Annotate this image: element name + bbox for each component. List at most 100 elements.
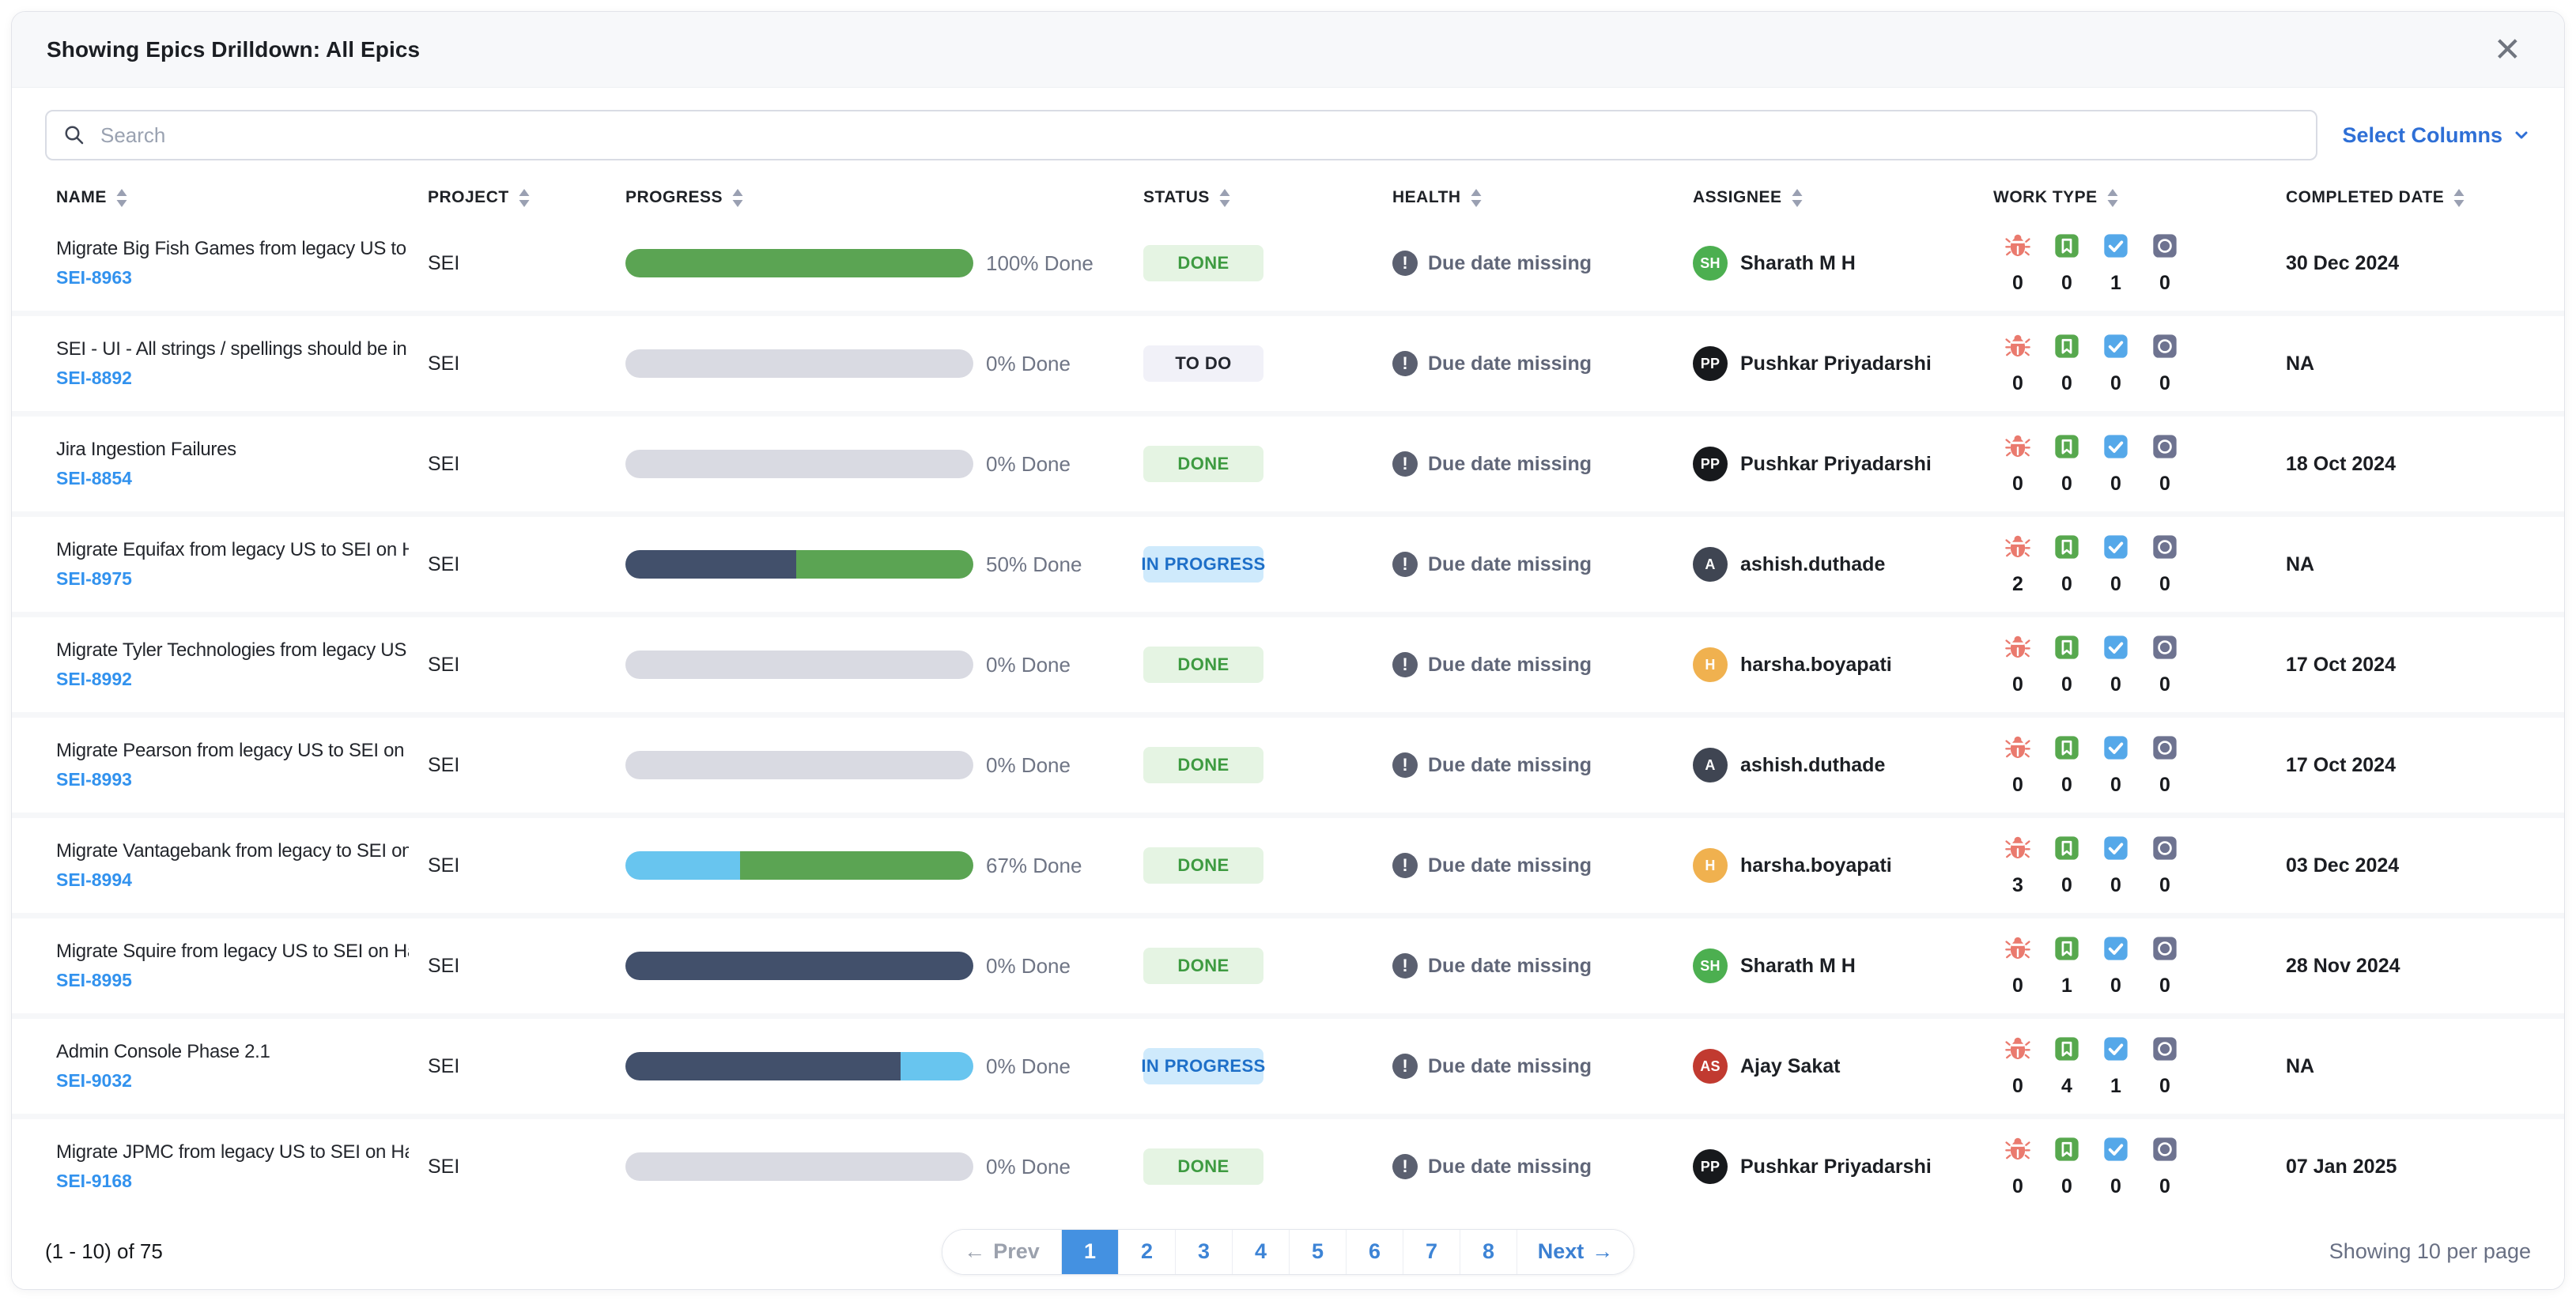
column-header-name[interactable]: Name (56, 188, 428, 207)
assignee-cell: SH Sharath M H (1693, 246, 1993, 281)
column-header-health[interactable]: Health (1392, 188, 1693, 207)
sort-icon[interactable] (2453, 188, 2465, 207)
column-header-status[interactable]: Status (1143, 188, 1392, 207)
assignee-name: ashish.duthade (1740, 552, 1886, 575)
project-cell: SEI (428, 1155, 460, 1178)
table-row[interactable]: Migrate Pearson from legacy US to SEI on… (12, 718, 2564, 813)
page-button-6[interactable]: 6 (1346, 1229, 1403, 1274)
search-input[interactable] (100, 111, 2300, 159)
sort-icon[interactable] (1219, 188, 1230, 207)
bug-icon (1993, 734, 2042, 761)
epic-name: Migrate Vantagebank from legacy to SEI o… (56, 840, 409, 862)
toolbar: Select Columns (12, 88, 2564, 160)
select-columns-button[interactable]: Select Columns (2342, 123, 2531, 148)
table-row[interactable]: Admin Console Phase 2.1 SEI-9032 SEI 0% … (12, 1019, 2564, 1114)
status-badge: IN PROGRESS (1141, 546, 1265, 583)
epic-id-link[interactable]: SEI-8975 (56, 568, 132, 590)
table-row[interactable]: Migrate Vantagebank from legacy to SEI o… (12, 818, 2564, 913)
work-type-count: 0 (2012, 472, 2023, 495)
epic-id-link[interactable]: SEI-8995 (56, 970, 132, 991)
sort-icon[interactable] (116, 188, 127, 207)
page-button-5[interactable]: 5 (1289, 1229, 1346, 1274)
task-icon (2091, 333, 2140, 360)
column-header-assignee[interactable]: Assignee (1693, 188, 1993, 207)
progress-label: 0% Done (986, 953, 1071, 978)
sort-icon[interactable] (519, 188, 530, 207)
status-cell: IN PROGRESS (1141, 1048, 1392, 1084)
completed-date-cell: 07 Jan 2025 (2286, 1155, 2397, 1178)
progress-cell: 100% Done (625, 249, 1143, 277)
table-row[interactable]: Migrate Equifax from legacy US to SEI on… (12, 517, 2564, 612)
table-body: Migrate Big Fish Games from legacy US to… (12, 216, 2564, 1214)
progress-label: 0% Done (986, 752, 1071, 777)
project-cell: SEI (428, 452, 460, 475)
epic-id-link[interactable]: SEI-8992 (56, 669, 132, 690)
progress-cell: 0% Done (625, 952, 1143, 980)
status-cell: DONE (1143, 1148, 1392, 1185)
avatar: H (1693, 647, 1728, 682)
assignee-name: Pushkar Priyadarshi (1740, 352, 1932, 375)
close-icon[interactable]: ✕ (2486, 30, 2529, 70)
work-type-count: 0 (2159, 271, 2170, 294)
completed-date-cell: NA (2286, 1054, 2315, 1077)
assignee-cell: A ashish.duthade (1693, 748, 1993, 782)
page-button-1[interactable]: 1 (1061, 1229, 1118, 1274)
epic-id-link[interactable]: SEI-8854 (56, 468, 132, 489)
work-type-cell: 0 0 0 0 (1993, 333, 2286, 395)
progress-bar (625, 249, 973, 277)
assignee-cell: PP Pushkar Priyadarshi (1693, 346, 1993, 381)
health-cell: ! Due date missing (1392, 552, 1693, 577)
story-icon (2042, 935, 2091, 962)
epic-id-link[interactable]: SEI-8963 (56, 267, 132, 288)
name-cell: Migrate Tyler Technologies from legacy U… (56, 639, 428, 690)
status-badge: DONE (1143, 647, 1263, 683)
column-header-project[interactable]: Project (428, 188, 625, 207)
work-type-count: 0 (2159, 472, 2170, 495)
column-header-completed-date[interactable]: Completed Date (2286, 188, 2533, 207)
work-type-count: 0 (2159, 1175, 2170, 1197)
story-icon (2042, 232, 2091, 259)
sort-icon[interactable] (732, 188, 743, 207)
column-header-progress[interactable]: Progress (625, 188, 1143, 207)
column-header-work-type[interactable]: Work Type (1993, 188, 2286, 207)
health-cell: ! Due date missing (1392, 351, 1693, 376)
prev-button[interactable]: ← Prev (942, 1229, 1061, 1274)
assignee-cell: H harsha.boyapati (1693, 647, 1993, 682)
epic-id-link[interactable]: SEI-8993 (56, 769, 132, 790)
project-cell: SEI (428, 352, 460, 375)
exclamation-icon: ! (1392, 1054, 1418, 1079)
epic-id-link[interactable]: SEI-9168 (56, 1171, 132, 1192)
work-type-count: 0 (2159, 371, 2170, 394)
work-type-count: 0 (2110, 873, 2121, 896)
table-row[interactable]: Migrate Big Fish Games from legacy US to… (12, 216, 2564, 311)
table-row[interactable]: Migrate JPMC from legacy US to SEI on Ha… (12, 1119, 2564, 1214)
next-button[interactable]: Next → (1517, 1229, 1634, 1274)
story-icon (2042, 734, 2091, 761)
table-row[interactable]: SEI - UI - All strings / spellings shoul… (12, 316, 2564, 411)
page-button-7[interactable]: 7 (1403, 1229, 1460, 1274)
bug-icon (1993, 1136, 2042, 1163)
table-row[interactable]: Migrate Tyler Technologies from legacy U… (12, 617, 2564, 712)
progress-bar (625, 751, 973, 779)
epic-id-link[interactable]: SEI-9032 (56, 1070, 132, 1092)
prev-label: Prev (993, 1239, 1040, 1263)
health-cell: ! Due date missing (1392, 652, 1693, 677)
page-button-3[interactable]: 3 (1175, 1229, 1232, 1274)
table-row[interactable]: Jira Ingestion Failures SEI-8854 SEI 0% … (12, 417, 2564, 511)
sort-icon[interactable] (2107, 188, 2118, 207)
progress-segment (900, 1052, 973, 1080)
circle-icon (2140, 433, 2189, 460)
sort-icon[interactable] (1471, 188, 1482, 207)
work-type-count: 3 (2012, 873, 2023, 896)
circle-icon (2140, 935, 2189, 962)
epic-id-link[interactable]: SEI-8892 (56, 368, 132, 389)
table-row[interactable]: Migrate Squire from legacy US to SEI on … (12, 918, 2564, 1013)
page-button-4[interactable]: 4 (1232, 1229, 1289, 1274)
epic-id-link[interactable]: SEI-8994 (56, 869, 132, 891)
sort-icon[interactable] (1792, 188, 1803, 207)
epic-name: Migrate Equifax from legacy US to SEI on… (56, 539, 409, 560)
epic-name: Jira Ingestion Failures (56, 439, 236, 460)
status-cell: DONE (1143, 948, 1392, 984)
page-button-8[interactable]: 8 (1460, 1229, 1517, 1274)
page-button-2[interactable]: 2 (1118, 1229, 1175, 1274)
